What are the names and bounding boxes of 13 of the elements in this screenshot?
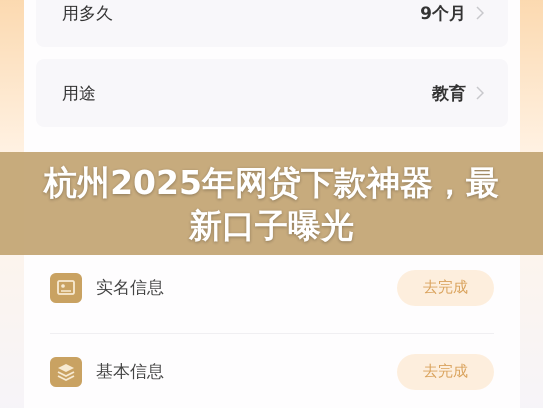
id-card-icon — [50, 272, 82, 302]
chevron-right-icon — [476, 6, 484, 20]
field-value: 9个月 — [420, 2, 466, 24]
form-row[interactable]: 用途 教育 — [36, 59, 508, 127]
banner-title: 杭州2025年网贷下款神器，最新口子曝光 — [42, 162, 500, 246]
field-label: 用途 — [62, 82, 96, 104]
field-label: 用多久 — [62, 2, 113, 24]
chevron-right-icon — [476, 86, 484, 100]
task-label: 基本信息 — [96, 361, 165, 383]
layers-icon — [50, 356, 82, 386]
form-row[interactable]: 用多久 9个月 — [36, 0, 508, 47]
task-label: 实名信息 — [96, 277, 165, 299]
field-value: 教育 — [432, 82, 466, 104]
